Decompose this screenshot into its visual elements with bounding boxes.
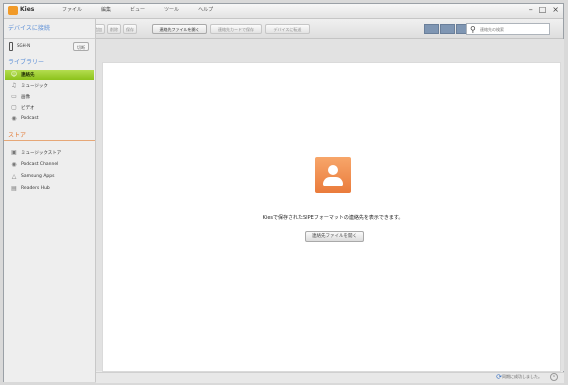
sidebar-item-images[interactable]: ▭ 画像 [5,92,94,102]
sidebar: デバイスに接続 SGH-N 切断 ライブラリー ☺ 連絡先 ♫ ミュージック ▭… [4,19,96,382]
sidebar-item-readers-hub[interactable]: ▤ Readers Hub [5,184,94,194]
contact-icon-body [323,177,343,186]
samsung-apps-icon: △ [11,173,17,180]
sidebar-item-label: 画像 [21,95,30,100]
kies-logo [8,6,18,15]
music-store-icon: ▣ [11,149,17,156]
divider [4,140,95,141]
empty-message: Kiesで保存されたSIPEフォーマットの連絡先を表示できます。 [262,215,404,221]
disconnect-button[interactable]: 切断 [73,42,89,51]
music-icon: ♫ [11,82,17,89]
image-icon: ▭ [11,93,17,100]
sidebar-item-contacts[interactable]: ☺ 連絡先 [5,70,94,80]
title-bar: Kies ファイル 編集 ビュー ツール ヘルプ – □ × [4,4,563,19]
search-box: ⚲ [466,23,550,35]
menu-view[interactable]: ビュー [130,6,145,13]
device-item[interactable]: SGH-N 切断 [7,41,91,53]
sidebar-item-label: Readers Hub [21,186,50,191]
menu-bar: ファイル 編集 ビュー ツール ヘルプ [62,6,232,13]
podcast-icon: ◉ [11,115,17,122]
devices-heading: デバイスに接続 [8,25,50,32]
phone-icon [9,42,13,51]
sidebar-item-label: Samsung Apps [21,174,55,179]
store-heading: ストア [8,132,27,139]
divider [4,38,95,39]
app-name: Kies [20,6,35,13]
menu-help[interactable]: ヘルプ [198,6,213,13]
sidebar-item-label: ミュージックストア [21,151,62,156]
sidebar-item-label: ビデオ [21,106,35,111]
view-detail-icon[interactable] [440,24,455,34]
device-label: SGH-N [17,43,31,48]
transfer-to-device-button[interactable]: デバイスに転送 [265,24,310,34]
menu-edit[interactable]: 編集 [101,6,111,13]
sync-status: 同期に成功しました。 [502,374,542,379]
contacts-icon: ☺ [10,71,18,78]
close-button[interactable]: × [552,5,559,15]
menu-tools[interactable]: ツール [164,6,179,13]
search-icon[interactable]: ⚲ [470,25,476,34]
scroll-up-icon[interactable]: ⌃ [550,373,558,381]
minimize-button[interactable]: – [529,5,533,15]
view-list-icon[interactable] [424,24,439,34]
menu-file[interactable]: ファイル [62,6,82,13]
sidebar-item-music-store[interactable]: ▣ ミュージックストア [5,148,94,158]
save-button[interactable]: 保存 [123,24,137,34]
sidebar-item-label: 連絡先 [21,73,35,78]
window-controls: – □ × [523,5,559,15]
contact-icon [315,157,351,193]
delete-button[interactable]: 削除 [107,24,121,34]
sidebar-item-label: Podcast Channel [21,162,59,167]
sidebar-item-podcast[interactable]: ◉ Podcast [5,114,94,124]
contact-icon-head [328,165,338,175]
sidebar-item-podcast-channel[interactable]: ◉ Podcast Channel [5,160,94,170]
podcast-channel-icon: ◉ [11,161,17,168]
readers-hub-icon: ▤ [11,185,17,192]
open-contact-file-button[interactable]: 連絡先ファイルを開く [305,231,364,242]
video-icon: ▢ [11,104,17,111]
sidebar-item-samsung-apps[interactable]: △ Samsung Apps [5,172,94,182]
sidebar-item-label: Podcast [21,116,39,121]
search-input[interactable] [480,25,546,33]
sidebar-item-label: ミュージック [21,84,48,89]
sidebar-item-video[interactable]: ▢ ビデオ [5,103,94,113]
library-heading: ライブラリー [8,59,45,66]
open-contact-file-button[interactable]: 連絡先ファイルを開く [152,24,207,34]
save-contact-card-button[interactable]: 連絡先カードで保存 [210,24,262,34]
sidebar-item-music[interactable]: ♫ ミュージック [5,81,94,91]
status-bar: ⟳ 同期に成功しました。 ⌃ [96,372,564,383]
app-window: Kies ファイル 編集 ビュー ツール ヘルプ – □ × 追加 削除 保存 … [3,3,564,383]
maximize-button[interactable]: □ [539,5,547,15]
